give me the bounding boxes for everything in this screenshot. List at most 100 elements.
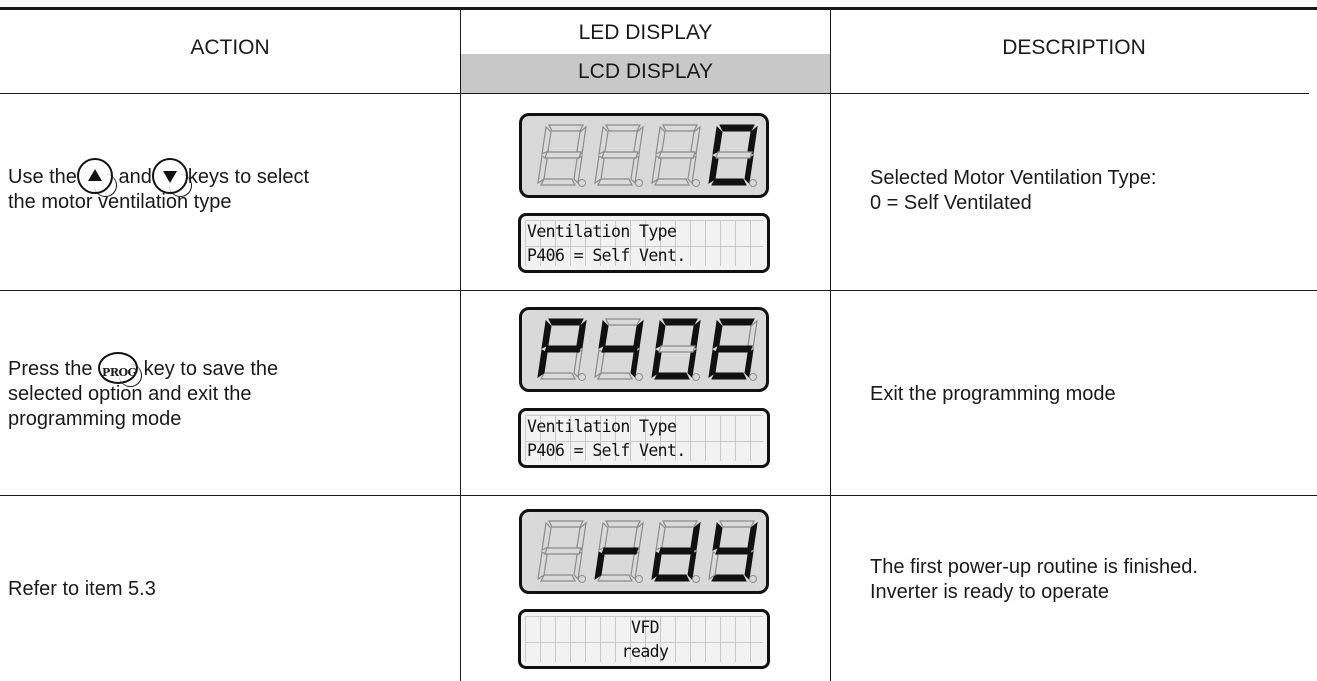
led-decimal-point xyxy=(578,373,586,381)
led-segment xyxy=(630,349,640,379)
led-segment xyxy=(711,372,747,380)
row3-lcd-display: VFD ready xyxy=(518,609,770,669)
led-digit xyxy=(651,318,701,381)
led-segment xyxy=(719,124,755,132)
led-segment xyxy=(662,124,698,132)
row3-action: Refer to item 5.3 xyxy=(8,577,458,602)
row3-lcd-line2: ready xyxy=(621,642,669,661)
row1-lcd-line2: P406 = Self Vent. xyxy=(527,246,686,265)
row3-action-text: Refer to item 5.3 xyxy=(8,578,156,600)
led-decimal-point xyxy=(635,373,643,381)
led-segment xyxy=(658,345,696,353)
led-digit xyxy=(537,318,587,381)
led-decimal-point xyxy=(692,179,700,187)
led-segment xyxy=(662,520,698,528)
row2-action: Press the PROG key to save the selected … xyxy=(8,351,458,432)
row3-desc-line2: Inverter is ready to operate xyxy=(870,581,1110,603)
row1-led-digits xyxy=(537,124,758,187)
row1-led-display xyxy=(519,113,769,198)
led-digit xyxy=(594,318,644,381)
row3-led-display xyxy=(519,509,769,594)
row3-led-digits xyxy=(537,520,758,583)
row1-rule xyxy=(0,290,1317,291)
row2-lcd-line1: Ventilation Type xyxy=(527,417,677,436)
led-segment xyxy=(654,574,690,582)
row1-lcd-display: Ventilation Type P406 = Self Vent. xyxy=(518,213,770,273)
led-segment xyxy=(541,319,552,349)
led-digit xyxy=(708,124,758,187)
led-decimal-point xyxy=(578,179,586,187)
led-segment xyxy=(544,151,582,159)
led-decimal-point xyxy=(578,575,586,583)
led-segment xyxy=(744,349,754,379)
row1-action-text-d: the motor ventilation type xyxy=(8,191,232,213)
row1-action-text-a: Use the xyxy=(8,166,77,188)
led-segment xyxy=(605,318,641,326)
led-segment xyxy=(715,345,753,353)
row1-desc-line2: 0 = Self Ventilated xyxy=(870,192,1032,214)
row3-lcd-line1: VFD xyxy=(630,618,660,637)
led-segment xyxy=(544,547,582,555)
led-segment xyxy=(605,520,641,528)
led-segment xyxy=(687,349,697,379)
top-rule xyxy=(0,7,1317,10)
row2-action-text-d: programming mode xyxy=(8,408,182,430)
header-action: ACTION xyxy=(190,36,270,59)
row1-lcd-line1: Ventilation Type xyxy=(527,222,677,241)
prog-key-icon: PROG xyxy=(98,351,143,387)
row2-desc-line1: Exit the programming mode xyxy=(870,383,1116,405)
led-segment xyxy=(548,520,584,528)
row2-rule xyxy=(0,495,1317,496)
row1-description: Selected Motor Ventilation Type: 0 = Sel… xyxy=(870,166,1310,216)
led-segment xyxy=(548,124,584,132)
led-segment xyxy=(712,125,723,155)
up-arrow-key-icon xyxy=(76,157,117,197)
led-segment xyxy=(541,125,552,156)
led-segment xyxy=(630,154,640,185)
led-segment xyxy=(597,178,633,186)
led-digit xyxy=(651,124,701,187)
led-segment xyxy=(573,550,583,581)
led-segment xyxy=(655,319,666,349)
row1-action-text-b: and xyxy=(118,166,152,188)
row2-led-digits xyxy=(537,318,758,381)
row2-action-text-a: Press the xyxy=(8,358,93,380)
led-segment xyxy=(540,574,576,582)
led-segment xyxy=(711,178,747,186)
led-segment xyxy=(540,178,576,186)
led-segment xyxy=(654,178,690,186)
led-segment xyxy=(598,521,609,552)
led-segment xyxy=(662,318,698,326)
row2-action-text-b: key to save the xyxy=(143,358,279,380)
led-digit xyxy=(594,520,644,583)
row1-action: Use the and keys to select the motor vent… xyxy=(8,157,458,215)
header-led-display: LED DISPLAY xyxy=(578,21,713,44)
led-segment xyxy=(715,547,753,555)
led-decimal-point xyxy=(749,179,757,187)
led-digit xyxy=(537,124,587,187)
header-description: DESCRIPTION xyxy=(1002,36,1146,59)
led-decimal-point xyxy=(635,179,643,187)
led-digit xyxy=(651,520,701,583)
led-segment xyxy=(712,319,723,349)
prog-key-label: PROG xyxy=(102,365,137,379)
led-segment xyxy=(573,154,583,185)
led-segment xyxy=(719,318,755,326)
led-segment xyxy=(715,151,753,159)
led-segment xyxy=(598,319,609,349)
led-segment xyxy=(687,551,697,581)
down-arrow-key-icon xyxy=(151,157,192,197)
led-segment xyxy=(601,547,639,555)
led-decimal-point xyxy=(635,575,643,583)
led-segment xyxy=(744,551,754,581)
led-segment xyxy=(597,574,633,582)
row1-desc-line1: Selected Motor Ventilation Type: xyxy=(870,167,1157,189)
led-segment xyxy=(719,520,755,528)
led-segment xyxy=(601,345,639,353)
led-segment xyxy=(658,547,696,555)
row3-description: The first power-up routine is finished. … xyxy=(870,555,1310,605)
led-digit xyxy=(708,318,758,381)
row2-lcd-line2: P406 = Self Vent. xyxy=(527,441,686,460)
led-segment xyxy=(655,521,666,552)
row1-action-text-c: keys to select xyxy=(187,166,310,188)
